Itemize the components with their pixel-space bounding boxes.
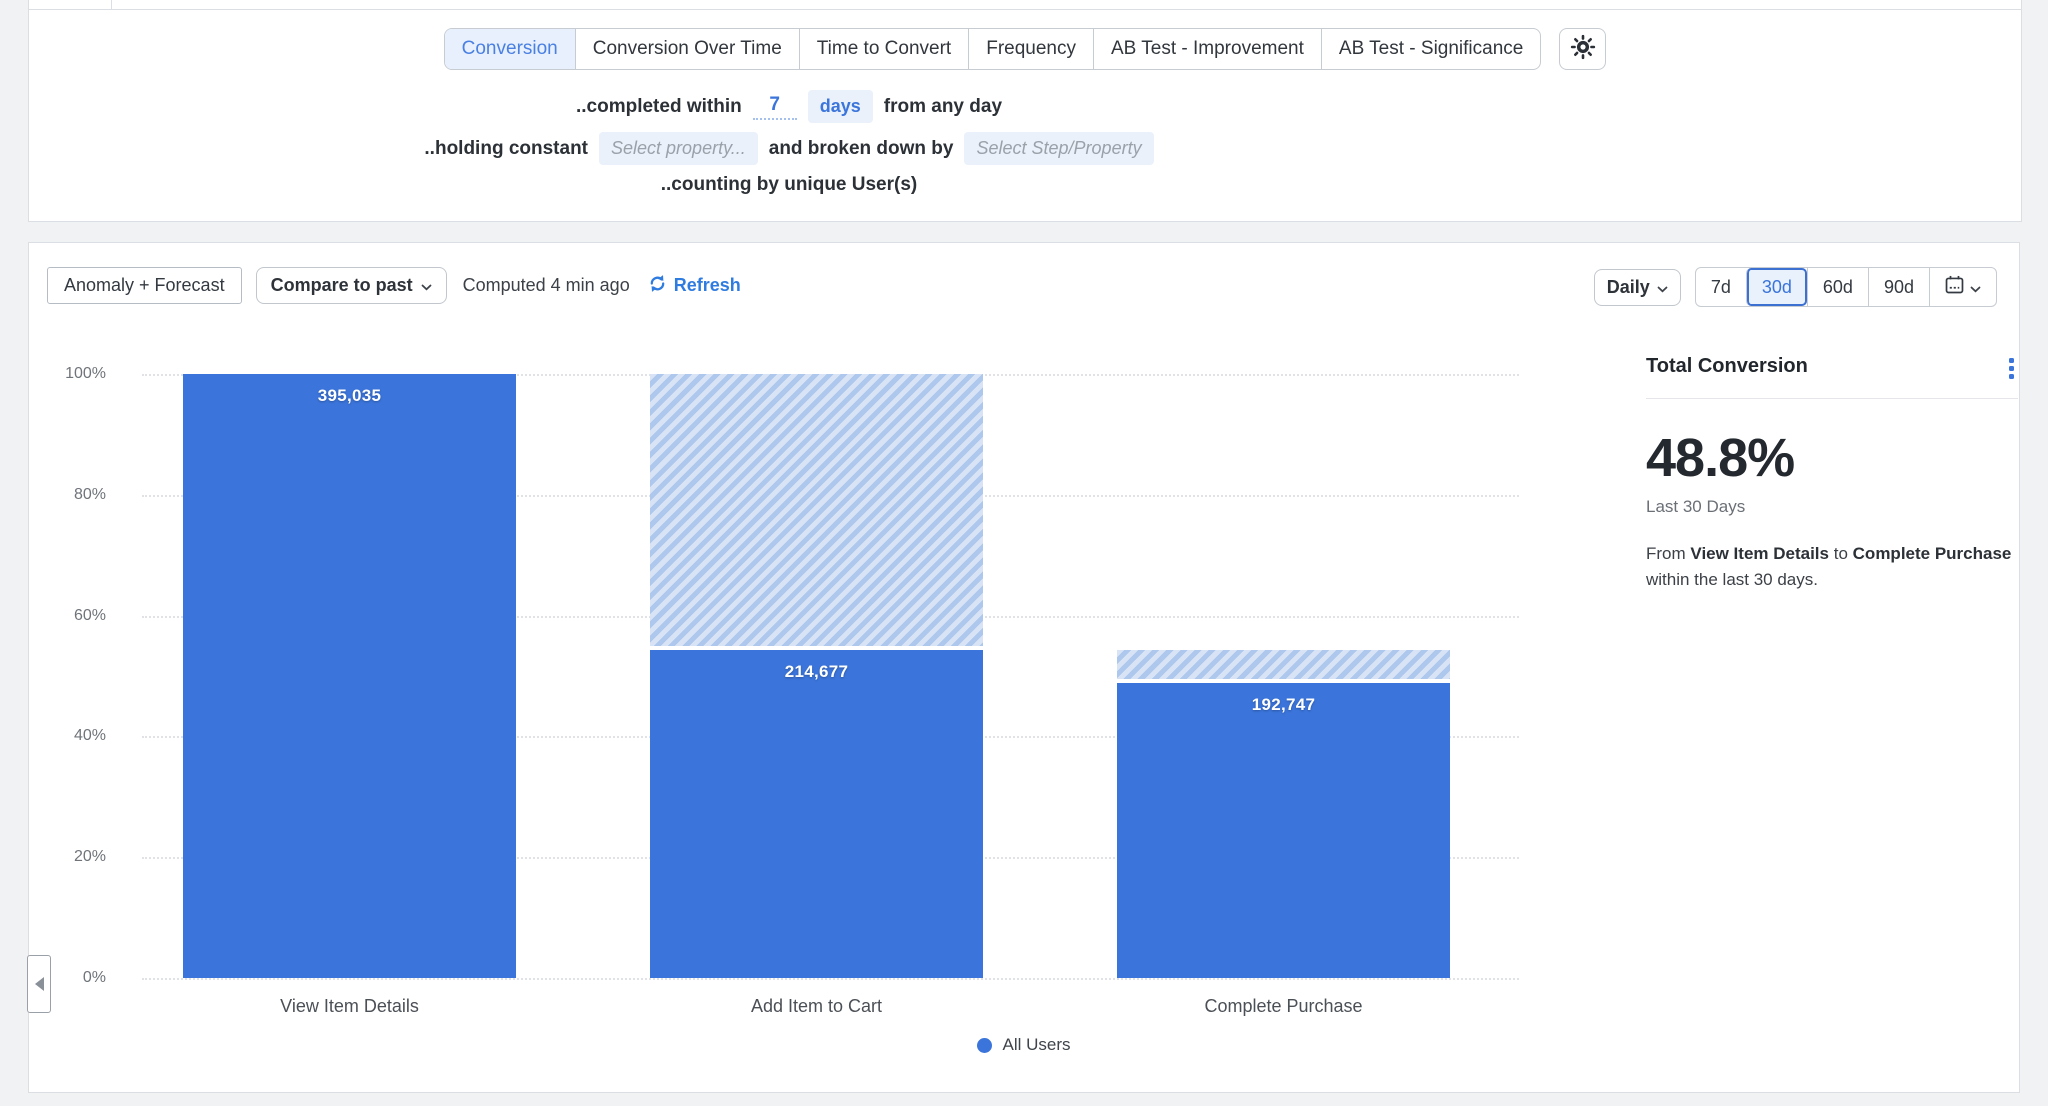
tab-frequency[interactable]: Frequency — [968, 29, 1093, 69]
total-conversion-description: From View Item Details to Complete Purch… — [1646, 541, 2018, 594]
range-60d-button[interactable]: 60d — [1807, 268, 1868, 306]
funnel-plot: 100%80%60%40%20%0%395,035View Item Detai… — [116, 374, 1519, 978]
y-axis-label: 20% — [44, 848, 106, 866]
y-axis-label: 100% — [44, 365, 106, 383]
x-axis-label: View Item Details — [116, 996, 583, 1017]
funnel-loss-segment[interactable] — [1117, 650, 1450, 680]
chevron-down-icon — [421, 275, 432, 296]
tab-ab-test-significance[interactable]: AB Test - Significance — [1321, 29, 1540, 69]
header-divider-tick — [111, 0, 112, 10]
total-conversion-period: Last 30 Days — [1646, 497, 2018, 517]
total-conversion-value: 48.8% — [1646, 427, 2018, 489]
analysis-tabs: Conversion Conversion Over Time Time to … — [444, 28, 1542, 70]
range-7d-button[interactable]: 7d — [1696, 268, 1746, 306]
y-axis-label: 40% — [44, 727, 106, 745]
breakdown-step-property-select[interactable]: Select Step/Property — [964, 132, 1153, 165]
clause-completed-within: ..completed within 7 days from any day — [576, 90, 1002, 123]
desc-to-step: Complete Purchase — [1853, 544, 2012, 563]
bar-value-label: 395,035 — [183, 386, 516, 406]
panel-header: Total Conversion — [1646, 355, 2018, 382]
broken-down-by-label: and broken down by — [769, 138, 954, 160]
clause-holding-constant: ..holding constant Select property... an… — [424, 132, 1153, 165]
tab-time-to-convert[interactable]: Time to Convert — [799, 29, 968, 69]
chart-toolbar-right: Daily 7d 30d 60d 90d — [1594, 267, 1997, 307]
holding-constant-property-select[interactable]: Select property... — [599, 132, 758, 165]
holding-constant-label: ..holding constant — [424, 138, 588, 160]
chart-toolbar-left: Anomaly + Forecast Compare to past Compu… — [47, 267, 741, 304]
header-top-divider — [29, 0, 2021, 10]
compare-to-past-label: Compare to past — [271, 275, 413, 296]
conversion-window-input[interactable]: 7 — [753, 94, 797, 120]
collapse-panel-handle[interactable] — [27, 955, 51, 1013]
y-axis-label: 60% — [44, 607, 106, 625]
settings-button[interactable] — [1559, 28, 1606, 70]
desc-suffix: within the last 30 days. — [1646, 570, 1818, 589]
interval-dropdown[interactable]: Daily — [1594, 269, 1681, 306]
collapse-left-icon — [35, 977, 44, 991]
refresh-label: Refresh — [674, 275, 741, 296]
y-axis-label: 80% — [44, 486, 106, 504]
query-clauses: ..completed within 7 days from any day .… — [29, 90, 1549, 196]
analysis-tabs-row: Conversion Conversion Over Time Time to … — [29, 28, 2021, 70]
page: Conversion Conversion Over Time Time to … — [0, 0, 2048, 1106]
range-90d-button[interactable]: 90d — [1868, 268, 1929, 306]
date-range-segmented-control: 7d 30d 60d 90d — [1695, 267, 1997, 307]
from-any-day-label: from any day — [884, 96, 1002, 118]
calendar-icon — [1945, 275, 1964, 299]
refresh-button[interactable]: Refresh — [648, 274, 741, 298]
kebab-menu-icon[interactable] — [2005, 355, 2018, 382]
desc-from-step: View Item Details — [1690, 544, 1829, 563]
desc-mid: to — [1834, 544, 1848, 563]
total-conversion-panel: Total Conversion 48.8% Last 30 Days From… — [1646, 355, 2018, 594]
tab-ab-test-improvement[interactable]: AB Test - Improvement — [1093, 29, 1321, 69]
query-header-card: Conversion Conversion Over Time Time to … — [28, 0, 2022, 222]
chart-legend: All Users — [29, 1035, 2019, 1055]
clause-counting-by: ..counting by unique User(s) — [661, 174, 918, 196]
interval-label: Daily — [1607, 277, 1650, 298]
tab-conversion-over-time[interactable]: Conversion Over Time — [575, 29, 799, 69]
tab-conversion[interactable]: Conversion — [445, 29, 575, 69]
compare-to-past-button[interactable]: Compare to past — [256, 267, 447, 304]
funnel-bar[interactable]: 395,035 — [183, 374, 516, 978]
custom-date-range-button[interactable] — [1929, 268, 1996, 306]
funnel-loss-segment[interactable] — [650, 374, 983, 646]
chart-card: Anomaly + Forecast Compare to past Compu… — [28, 242, 2020, 1093]
legend-label-all-users[interactable]: All Users — [1002, 1035, 1070, 1055]
desc-prefix: From — [1646, 544, 1686, 563]
counting-by-label: ..counting by unique User(s) — [661, 174, 918, 196]
y-axis-label: 0% — [44, 969, 106, 987]
panel-divider — [1646, 398, 2018, 399]
funnel-bar[interactable]: 192,747 — [1117, 683, 1450, 978]
bar-value-label: 214,677 — [650, 662, 983, 682]
gridline — [142, 978, 1519, 980]
funnel-bar[interactable]: 214,677 — [650, 650, 983, 978]
conversion-window-unit-select[interactable]: days — [808, 90, 873, 123]
computed-ago-text: Computed 4 min ago — [463, 275, 630, 296]
dot-icon — [977, 1038, 992, 1053]
chevron-down-icon — [1657, 277, 1668, 298]
bar-value-label: 192,747 — [1117, 695, 1450, 715]
x-axis-label: Complete Purchase — [1050, 996, 1517, 1017]
range-30d-button[interactable]: 30d — [1746, 268, 1807, 306]
chevron-down-icon — [1970, 277, 1981, 298]
panel-title: Total Conversion — [1646, 355, 1808, 378]
refresh-icon — [648, 274, 667, 298]
completed-within-label: ..completed within — [576, 96, 742, 118]
gear-icon — [1570, 34, 1596, 65]
x-axis-label: Add Item to Cart — [583, 996, 1050, 1017]
anomaly-forecast-button[interactable]: Anomaly + Forecast — [47, 267, 242, 304]
